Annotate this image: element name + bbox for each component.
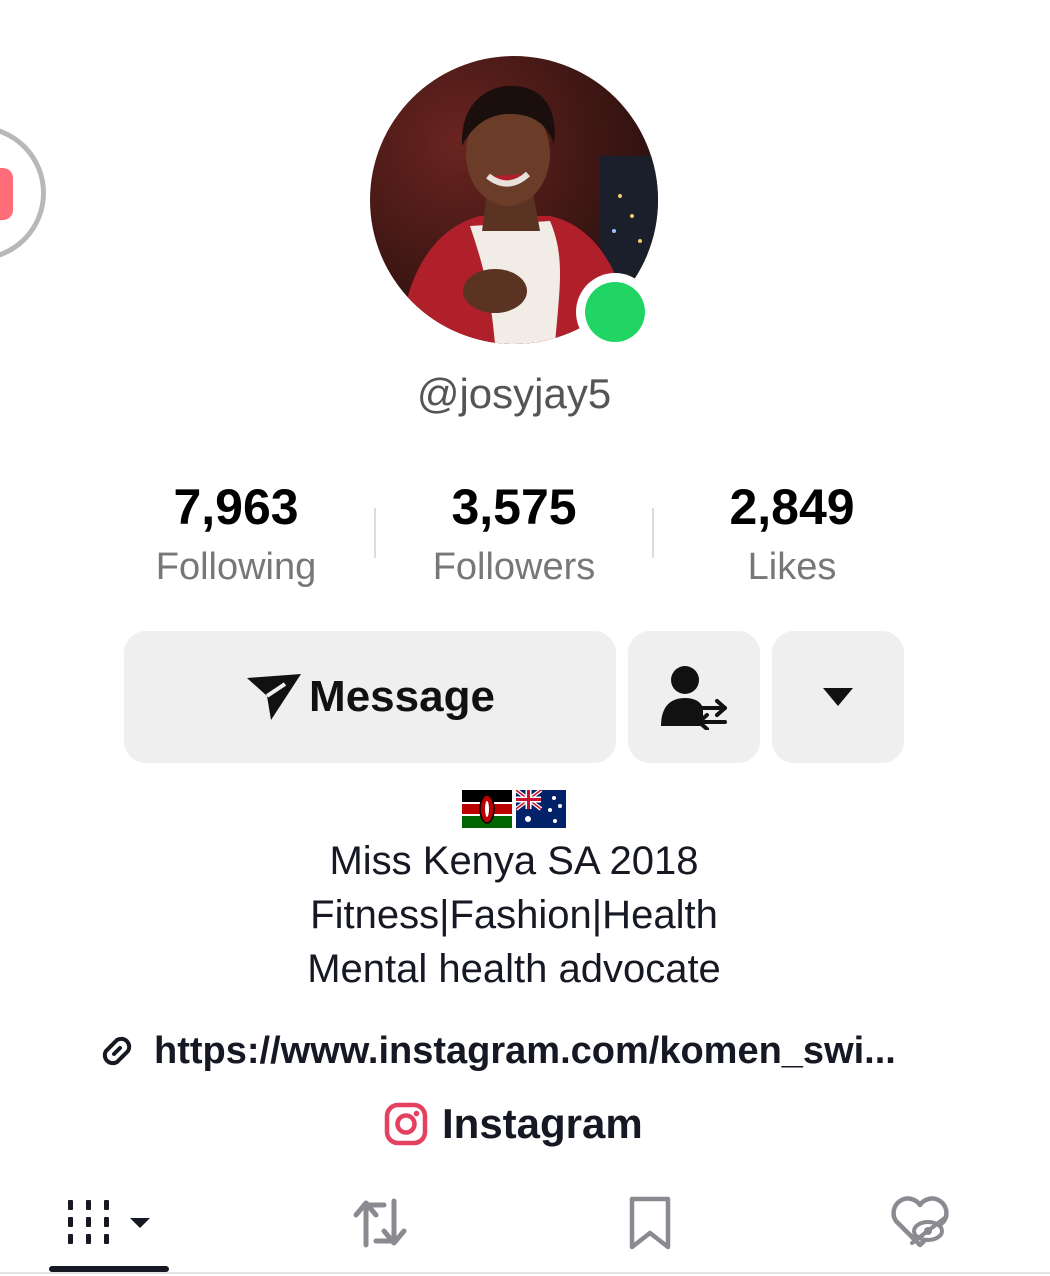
username: @josyjay5 [416,370,612,417]
stat-followers[interactable]: 3,575 Followers [384,478,644,590]
followers-count: 3,575 [451,479,577,535]
following-count: 7,963 [173,479,299,535]
tab-favorites[interactable] [590,1178,710,1268]
online-status-indicator [576,273,654,351]
repost-icon [353,1198,407,1248]
instagram-icon [384,1102,428,1146]
bookmark-icon [629,1196,671,1250]
bio-line: Mental health advocate [307,947,721,991]
caret-down-icon [823,688,853,706]
instagram-label: Instagram [442,1100,643,1147]
stat-divider [652,508,654,558]
send-icon [247,674,302,720]
more-options-button[interactable] [772,631,904,763]
profile-link[interactable]: https://www.instagram.com/komen_swi... [94,1028,954,1074]
tab-reposts[interactable] [320,1178,440,1268]
profile-page: @josyjay5 7,963 Following 3,575 Follower… [0,0,1050,1276]
followers-label: Followers [432,546,596,588]
profile-link-text: https://www.instagram.com/komen_swi... [154,1029,896,1072]
following-label: Following [155,546,317,588]
likes-label: Likes [747,546,837,588]
profile-stats: 7,963 Following 3,575 Followers 2,849 Li… [0,478,1050,598]
stat-likes[interactable]: 2,849 Likes [662,478,922,590]
floating-record-button[interactable] [0,125,46,261]
bio-line: Fitness|Fashion|Health [310,893,718,937]
stat-divider [374,508,376,558]
message-button-label: Message [309,672,495,721]
grid-icon [68,1200,150,1244]
tabs-divider [0,1272,1050,1274]
user-switch-icon [661,666,727,730]
kenya-flag-icon [462,790,512,828]
tab-liked[interactable] [860,1178,980,1268]
record-icon [0,168,13,220]
message-button[interactable]: Message [124,631,616,763]
instagram-link[interactable]: Instagram [384,1100,643,1148]
tab-videos[interactable] [50,1178,170,1268]
hidden-heart-icon [891,1196,949,1248]
friends-button[interactable] [628,631,760,763]
bio: Miss Kenya SA 2018 Fitness|Fashion|Healt… [0,790,1028,996]
stat-following[interactable]: 7,963 Following [106,478,366,590]
bio-line: Miss Kenya SA 2018 [329,839,699,883]
likes-count: 2,849 [729,479,855,535]
flag-emojis [462,790,566,834]
link-icon [102,1036,132,1066]
profile-tabs [0,1178,1050,1276]
australia-flag-icon [516,790,566,828]
